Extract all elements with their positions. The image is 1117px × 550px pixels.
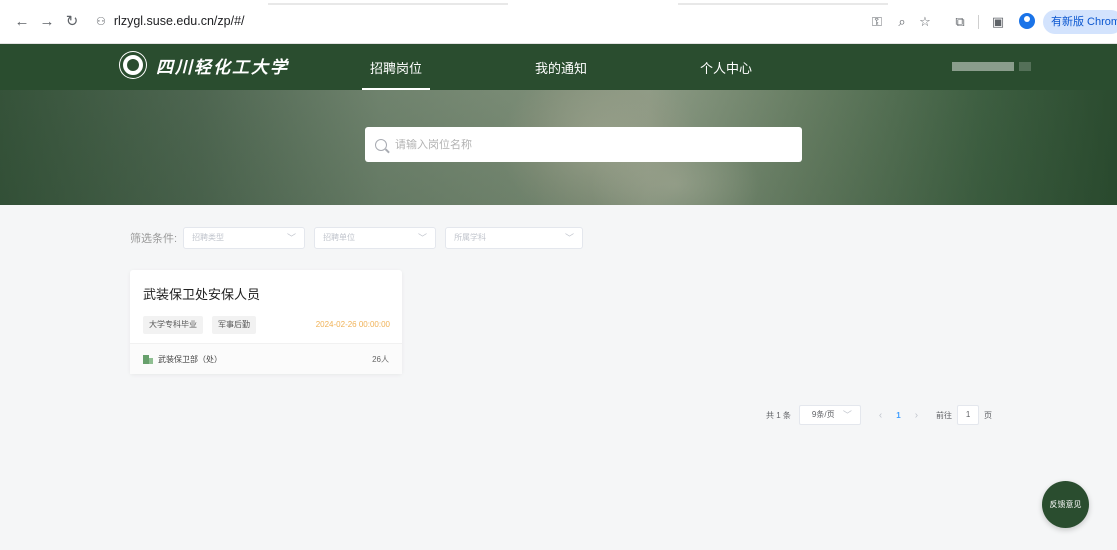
tab-divider [268,3,508,5]
nav-recruitment-positions[interactable]: 招聘岗位 [361,58,431,90]
job-date: 2024-02-26 00:00:00 [315,320,390,329]
recruitment-type-select[interactable]: 招聘类型 ﹀ [183,227,306,249]
chevron-down-icon: ﹀ [287,233,297,243]
site-header: 四川轻化工大学 招聘岗位 我的通知 个人中心 [0,44,1117,90]
chrome-update-button[interactable]: 有新版 Chrome [1043,10,1117,34]
password-key-icon[interactable]: ⚿ [867,12,887,32]
select-placeholder: 所属学科 [454,233,487,242]
user-name-redacted[interactable] [952,62,1014,71]
chevron-down-icon: ﹀ [418,233,428,243]
job-card[interactable]: 武装保卫处安保人员 大学专科毕业 军事后勤 2024-02-26 00:00:0… [130,270,402,374]
next-page-icon[interactable]: › [915,410,918,421]
department: 武装保卫部（处） [143,354,222,365]
nav-my-notifications[interactable]: 我的通知 [535,58,587,77]
filter-label: 筛选条件: [130,233,178,245]
back-icon[interactable]: ← [12,12,32,32]
recruiting-unit-select[interactable]: 招聘单位 ﹀ [314,227,437,249]
goto-page-input[interactable]: 1 [957,405,980,425]
select-placeholder: 招聘单位 [323,233,356,242]
university-logo[interactable]: 四川轻化工大学 [120,52,289,78]
filter-bar: 筛选条件: 招聘类型 ﹀ 招聘单位 ﹀ 所属学科 ﹀ [130,227,592,249]
department-name: 武装保卫部（处） [158,355,222,364]
current-page[interactable]: 1 [896,411,900,420]
page-size-value: 9条/页 [811,410,835,419]
feedback-button[interactable]: 反馈意见 [1042,481,1089,528]
tab-divider [678,3,888,5]
tab-strip [0,0,1117,8]
forward-icon[interactable]: → [37,12,57,32]
address-bar[interactable]: ⚇ rlzygl.suse.edu.cn/zp/#/ [96,14,245,28]
page-suffix: 页 [984,410,993,420]
job-title: 武装保卫处安保人员 [143,287,261,302]
reload-icon[interactable]: ↻ [62,12,82,32]
page-size-select[interactable]: 9条/页 ﹀ [798,405,861,425]
browser-toolbar: ← → ↻ ⚇ rlzygl.suse.edu.cn/zp/#/ ⚿ ⌕ ☆ ⧉… [0,0,1117,44]
zoom-icon[interactable]: ⌕ [892,12,912,32]
select-placeholder: 招聘类型 [192,233,225,242]
goto-label: 前往 [936,410,953,420]
logo-text: 四川轻化工大学 [156,57,289,78]
chevron-down-icon: ﹀ [565,233,575,243]
url-text: rlzygl.suse.edu.cn/zp/#/ [113,14,245,28]
position-search[interactable] [365,127,802,162]
hero-banner [0,90,1117,205]
search-icon [375,138,387,151]
nav-personal-center[interactable]: 个人中心 [700,58,752,77]
university-emblem-icon [120,52,146,78]
discipline-select[interactable]: 所属学科 ﹀ [445,227,584,249]
side-panel-icon[interactable]: ▣ [988,12,1008,32]
education-tag: 大学专科毕业 [143,316,203,334]
search-input[interactable] [395,138,795,151]
prev-page-icon[interactable]: ‹ [879,410,882,421]
extensions-icon[interactable]: ⧉ [950,12,970,32]
headcount: 26人 [372,355,389,364]
site-info-icon[interactable]: ⚇ [96,15,106,28]
category-tag: 军事后勤 [212,316,256,334]
profile-avatar-icon[interactable] [1019,13,1035,29]
chevron-down-icon: ﹀ [842,410,852,420]
bookmark-star-icon[interactable]: ☆ [915,12,935,32]
total-count: 共 1 条 [766,410,791,420]
pagination: 共 1 条 9条/页 ﹀ ‹ 1 › 前往 1 页 [766,405,992,425]
toolbar-divider [978,15,979,29]
building-icon [143,355,153,364]
user-menu-redacted[interactable] [1019,62,1031,71]
